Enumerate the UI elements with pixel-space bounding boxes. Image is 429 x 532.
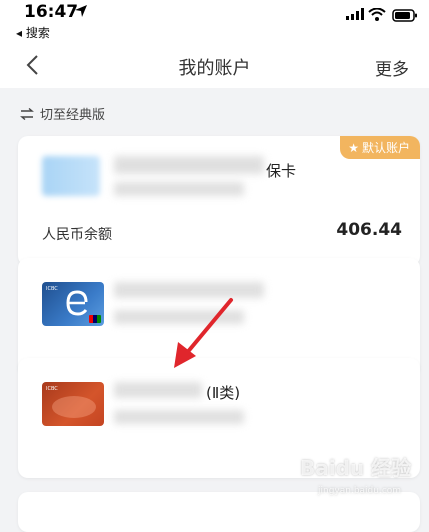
watermark-logo: Baidu 经验 (300, 456, 412, 480)
watermark-url: jingyan.baidu.com (318, 486, 402, 496)
annotation-arrow (174, 298, 233, 368)
